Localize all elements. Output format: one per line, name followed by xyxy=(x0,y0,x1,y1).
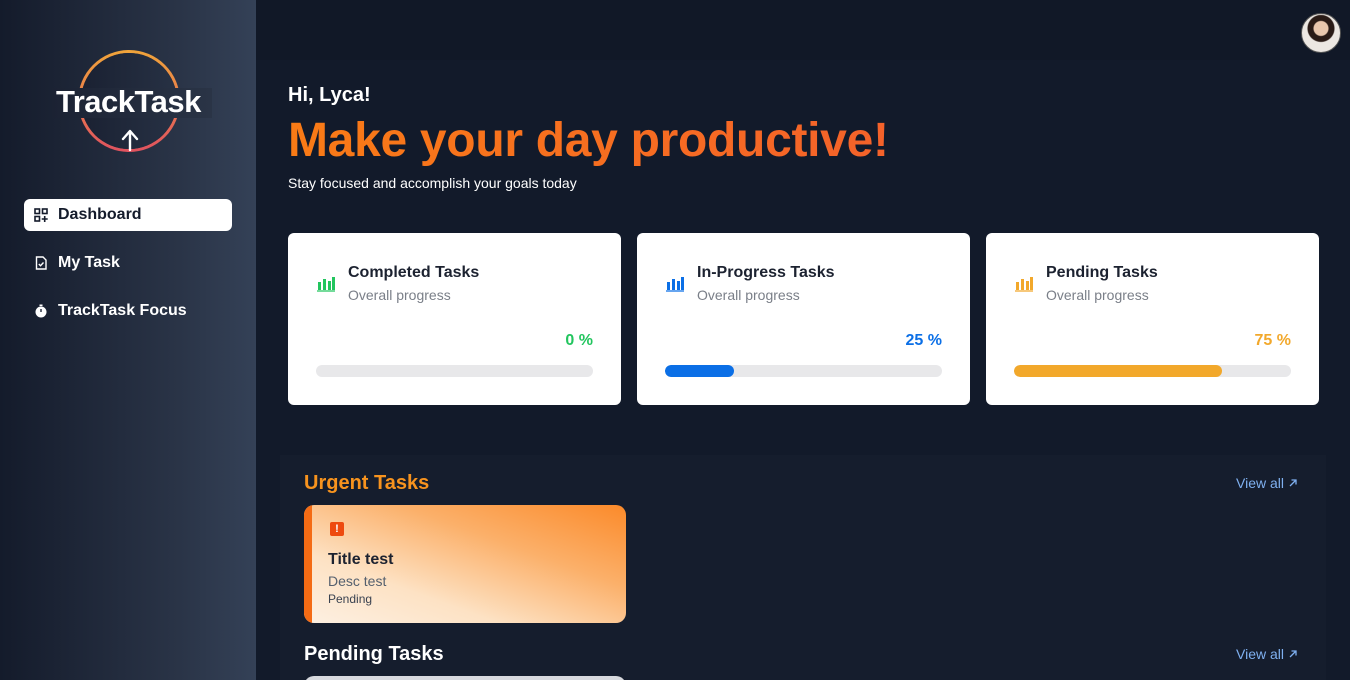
page-title: Make your day productive! xyxy=(288,114,889,167)
urgent-view-all-link[interactable]: View all xyxy=(1236,475,1298,491)
stat-title: Completed Tasks xyxy=(348,264,480,281)
sidebar-item-label: My Task xyxy=(58,254,120,271)
stat-subtitle: Overall progress xyxy=(348,287,451,303)
grid-plus-icon xyxy=(34,208,48,222)
pending-view-all-link[interactable]: View all xyxy=(1236,646,1298,662)
bar-chart-icon xyxy=(666,277,684,292)
arrow-up-right-icon xyxy=(1289,479,1297,487)
alert-icon: ! xyxy=(330,522,344,536)
tracktask-logo[interactable]: TrackTask xyxy=(50,48,215,158)
sidebar-item-label: Dashboard xyxy=(58,206,142,223)
stat-title: In-Progress Tasks xyxy=(697,264,835,281)
task-title: Title test xyxy=(328,551,394,568)
greeting: Hi, Lyca! xyxy=(288,84,371,106)
sidebar: TrackTask Dashboard My Task TrackTask Fo… xyxy=(0,0,256,680)
stat-percent: 75 % xyxy=(1254,332,1291,349)
progress-fill xyxy=(1014,365,1222,377)
progress-bar xyxy=(1014,365,1291,377)
sidebar-nav: Dashboard My Task TrackTask Focus xyxy=(24,199,232,343)
stat-card-in-progress: In-Progress Tasks Overall progress 25 % xyxy=(637,233,970,405)
view-all-label: View all xyxy=(1236,646,1284,662)
stat-card-completed: Completed Tasks Overall progress 0 % xyxy=(288,233,621,405)
page-subtitle: Stay focused and accomplish your goals t… xyxy=(288,175,577,191)
urgent-task-card[interactable]: ! Title test Desc test Pending xyxy=(304,505,626,623)
logo-text: TrackTask xyxy=(56,84,201,119)
stat-card-pending: Pending Tasks Overall progress 75 % xyxy=(986,233,1319,405)
top-bar xyxy=(256,0,1350,60)
file-check-icon xyxy=(34,256,48,270)
arrow-up-right-icon xyxy=(1289,650,1297,658)
progress-fill xyxy=(665,365,735,377)
priority-stripe xyxy=(304,505,312,623)
avatar[interactable] xyxy=(1301,13,1341,53)
progress-bar xyxy=(316,365,593,377)
stat-title: Pending Tasks xyxy=(1046,264,1158,281)
task-status: Pending xyxy=(328,592,373,606)
progress-bar xyxy=(665,365,942,377)
stopwatch-icon xyxy=(34,304,48,318)
sidebar-item-tracktask-focus[interactable]: TrackTask Focus xyxy=(24,295,232,327)
bar-chart-icon xyxy=(317,277,335,292)
stat-subtitle: Overall progress xyxy=(697,287,800,303)
stat-percent: 0 % xyxy=(565,332,593,349)
urgent-tasks-title: Urgent Tasks xyxy=(304,472,430,494)
pending-task-card[interactable] xyxy=(304,676,626,680)
task-description: Desc test xyxy=(328,573,387,589)
pending-tasks-title: Pending Tasks xyxy=(304,643,444,665)
arrow-up-icon xyxy=(121,129,139,152)
sidebar-item-label: TrackTask Focus xyxy=(58,302,187,319)
bar-chart-icon xyxy=(1015,277,1033,292)
sidebar-item-my-task[interactable]: My Task xyxy=(24,247,232,279)
stat-percent: 25 % xyxy=(905,332,942,349)
sidebar-item-dashboard[interactable]: Dashboard xyxy=(24,199,232,231)
view-all-label: View all xyxy=(1236,475,1284,491)
stat-subtitle: Overall progress xyxy=(1046,287,1149,303)
